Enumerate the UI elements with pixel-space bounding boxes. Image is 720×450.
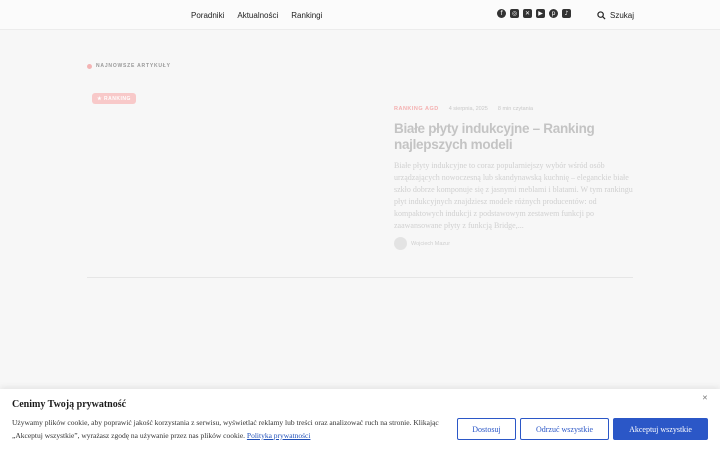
cookie-title: Cenimy Twoją prywatność: [12, 399, 127, 410]
privacy-policy-link[interactable]: Polityka prywatności: [247, 431, 311, 440]
article-author[interactable]: Wojciech Mazur: [394, 237, 450, 250]
section-label: NAJNOWSZE ARTYKUŁY: [87, 63, 171, 69]
search-label: Szukaj: [610, 10, 635, 20]
search-icon: [597, 10, 606, 20]
section-label-text: NAJNOWSZE ARTYKUŁY: [96, 63, 171, 69]
cookie-message: Używamy plików cookie, aby poprawić jako…: [12, 418, 439, 440]
article-date: 4 sierpnia, 2025: [448, 106, 488, 112]
reject-all-button[interactable]: Odrzuć wszystkie: [520, 418, 609, 440]
social-links: f ◎ ✕ ▶ p ♪: [497, 9, 571, 18]
category-badge[interactable]: ★ RANKING: [92, 93, 136, 104]
article-excerpt: Białe płyty indukcyjne to coraz popularn…: [394, 161, 633, 230]
youtube-icon[interactable]: ▶: [536, 9, 545, 18]
nav-item-aktualnosci[interactable]: Aktualności: [237, 11, 278, 20]
facebook-icon[interactable]: f: [497, 9, 506, 18]
site-header: Poradniki Aktualności Rankingi f ◎ ✕ ▶ p…: [0, 0, 720, 30]
x-icon[interactable]: ✕: [523, 9, 532, 18]
nav-item-rankingi[interactable]: Rankingi: [291, 11, 322, 20]
nav-item-poradniki[interactable]: Poradniki: [191, 11, 224, 20]
main-nav: Poradniki Aktualności Rankingi: [191, 0, 322, 30]
author-name: Wojciech Mazur: [411, 240, 451, 247]
instagram-icon[interactable]: ◎: [510, 9, 519, 18]
badge-label: RANKING: [104, 95, 131, 102]
article-title[interactable]: Białe płyty indukcyjne – Ranking najleps…: [394, 121, 634, 153]
section-dot: [87, 63, 92, 69]
accept-all-button[interactable]: Akceptuj wszystkie: [613, 418, 708, 440]
cookie-text: Używamy plików cookie, aby poprawić jako…: [12, 417, 442, 442]
customize-button[interactable]: Dostosuj: [457, 418, 516, 440]
pinterest-icon[interactable]: p: [549, 9, 558, 18]
divider: [87, 277, 633, 278]
avatar: [394, 237, 407, 250]
article-read-time: 8 min czytania: [497, 106, 534, 112]
article-category[interactable]: RANKING AGD: [394, 106, 439, 112]
close-icon[interactable]: ✕: [702, 394, 708, 402]
badge-star-icon: ★: [97, 95, 105, 102]
cookie-banner: Cenimy Twoją prywatność ✕ Używamy plików…: [0, 389, 720, 450]
article-meta: RANKING AGD 4 sierpnia, 2025 8 min czyta…: [394, 106, 533, 112]
search-button[interactable]: Szukaj: [597, 0, 634, 30]
tiktok-icon[interactable]: ♪: [562, 9, 571, 18]
